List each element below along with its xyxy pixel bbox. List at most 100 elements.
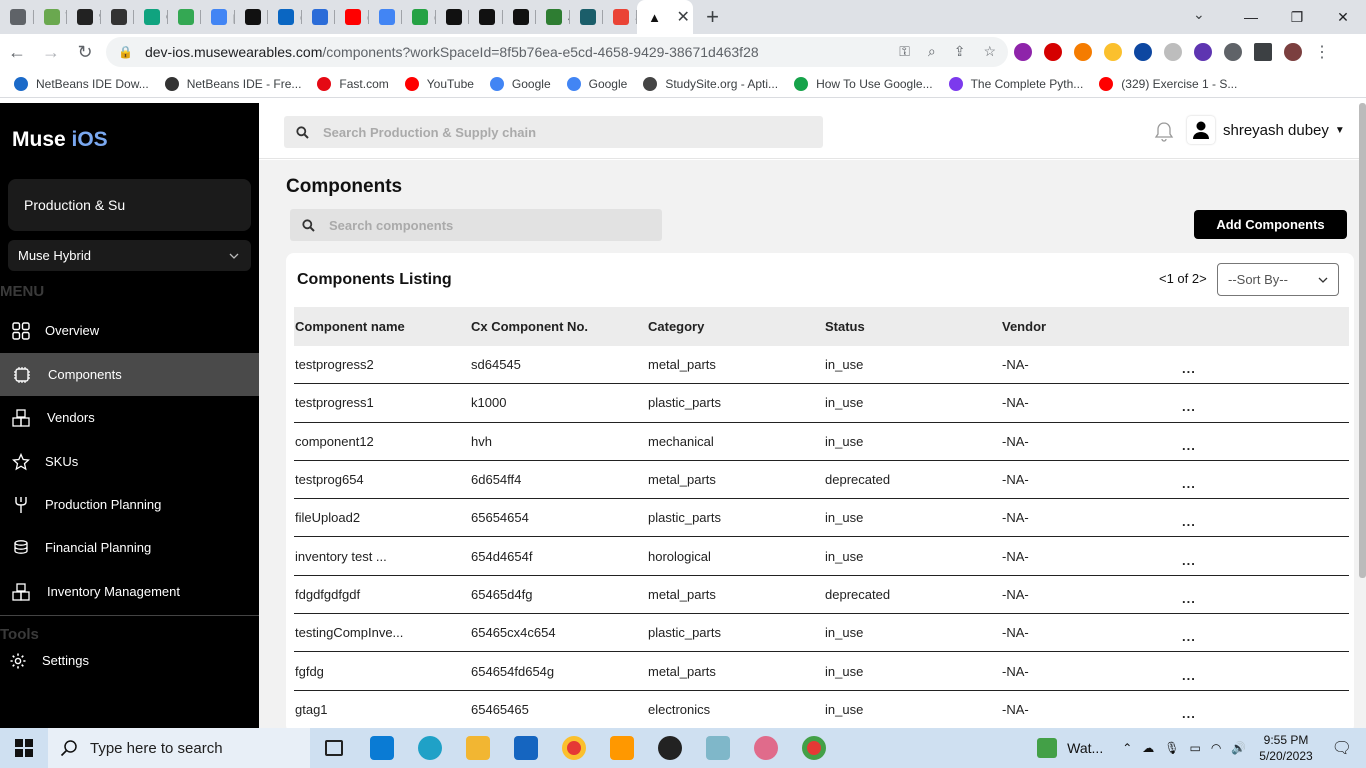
bell-icon[interactable] (1153, 120, 1175, 142)
reload-icon[interactable]: ↻ (68, 42, 102, 63)
browser-tab[interactable]: Fr (436, 0, 469, 34)
notifications-icon[interactable]: 🗨 (1332, 738, 1352, 758)
browser-tab[interactable]: In (302, 0, 335, 34)
bookmark-item[interactable]: Fast.com (317, 76, 389, 91)
volume-icon[interactable]: 🔊 (1231, 741, 1246, 755)
extension-icon[interactable] (1194, 43, 1212, 61)
row-actions-menu[interactable]: ... (1182, 399, 1232, 414)
row-actions-menu[interactable]: ... (1182, 629, 1232, 644)
add-components-button[interactable]: Add Components (1194, 210, 1347, 239)
sidebar-item-components[interactable]: Components (0, 353, 259, 396)
bookmark-item[interactable]: (329) Exercise 1 - S... (1099, 76, 1237, 91)
page-scrollbar[interactable] (1359, 103, 1366, 578)
close-window-button[interactable]: ✕ (1320, 0, 1366, 34)
column-header[interactable]: Status (825, 319, 1002, 334)
pagination[interactable]: <1 of 2> (1159, 271, 1207, 286)
close-tab-icon[interactable]: ✕ (677, 7, 690, 27)
sidebar-item-vendors[interactable]: Vendors (0, 396, 259, 439)
chevron-up-icon[interactable]: ⌃ (1122, 741, 1132, 755)
bookmark-item[interactable]: YouTube (404, 76, 474, 91)
forward-arrow-icon[interactable]: → (34, 42, 68, 63)
start-button[interactable] (0, 728, 48, 768)
onedrive-icon[interactable]: ☁ (1142, 741, 1154, 755)
browser-tab[interactable]: Int (101, 0, 134, 34)
zoom-icon[interactable]: ⌕ (928, 43, 936, 60)
taskbar-search[interactable]: Type here to search (48, 728, 310, 768)
file-explorer-icon[interactable] (454, 728, 502, 768)
app-icon[interactable] (694, 728, 742, 768)
wifi-icon[interactable]: ◠ (1211, 741, 1221, 755)
sublime-icon[interactable] (598, 728, 646, 768)
sidebar-item-production-planning[interactable]: Production Planning (0, 483, 259, 526)
sidebar-item-settings[interactable]: Settings (0, 639, 259, 682)
row-actions-menu[interactable]: ... (1182, 668, 1232, 683)
row-actions-menu[interactable]: ... (1182, 591, 1232, 606)
table-row[interactable]: testprogress2 sd64545 metal_parts in_use -NA… (294, 346, 1349, 385)
menu-dots-icon[interactable]: ⋮ (1314, 42, 1330, 62)
table-row[interactable]: testprog654 6d654ff4 metal_parts deprecated… (294, 461, 1349, 500)
table-row[interactable]: inventory test ... 654d4654f horological in… (294, 537, 1349, 576)
column-header[interactable]: Component name (294, 319, 471, 334)
address-bar[interactable]: 🔒 dev-ios.musewearables.com/components?w… (106, 37, 1008, 67)
browser-tab[interactable]: (1 (335, 0, 369, 34)
extension-icon[interactable] (1104, 43, 1122, 61)
row-actions-menu[interactable]: ... (1182, 361, 1232, 376)
task-view-icon[interactable] (310, 728, 358, 768)
puzzle-icon[interactable] (1224, 43, 1242, 61)
obs-icon[interactable] (646, 728, 694, 768)
browser-tab[interactable]: Jav (536, 0, 570, 34)
table-row[interactable]: fdgdfgdfgdf 65465d4fg metal_parts deprecate… (294, 576, 1349, 615)
extension-icon[interactable] (1074, 43, 1092, 61)
table-row[interactable]: fgfdg 654654fd654g metal_parts in_use -NA-..… (294, 652, 1349, 691)
vscode-icon[interactable] (358, 728, 406, 768)
sidebar-item-skus[interactable]: SKUs (0, 440, 259, 483)
tray-app-label[interactable]: Wat... (1067, 740, 1103, 756)
browser-tab[interactable]: htt (235, 0, 268, 34)
column-header[interactable]: Cx Component No. (471, 319, 648, 334)
clock[interactable]: 9:55 PM 5/20/2023 (1259, 732, 1312, 764)
table-row[interactable]: fileUpload2 65654654 plastic_parts in_use -N… (294, 499, 1349, 538)
browser-tab[interactable]: Gl (168, 0, 201, 34)
bookmark-item[interactable]: StudySite.org - Apti... (643, 76, 778, 91)
edge-icon[interactable] (406, 728, 454, 768)
bookmark-item[interactable]: NetBeans IDE - Fre... (164, 76, 301, 91)
browser-tab[interactable]: Ne (0, 0, 34, 34)
bookmark-item[interactable]: The Complete Pyth... (948, 76, 1083, 91)
key-icon[interactable]: ⚿ (899, 43, 910, 60)
table-row[interactable]: testprogress1 k1000 plastic_parts in_use -NA… (294, 384, 1349, 423)
tray-app-icon[interactable] (1037, 738, 1058, 758)
snipping-tool-icon[interactable] (742, 728, 790, 768)
browser-tab[interactable]: crc (369, 0, 402, 34)
extension-icon[interactable] (1044, 43, 1062, 61)
side-panel-icon[interactable] (1254, 43, 1272, 61)
browser-tab[interactable]: 93 (67, 0, 101, 34)
browser-tab[interactable]: Us (503, 0, 536, 34)
new-tab-button[interactable]: + (693, 4, 733, 30)
bookmark-item[interactable]: Google (566, 76, 627, 91)
browser-tab[interactable]: Se (603, 0, 637, 34)
bookmark-item[interactable]: Google (489, 76, 551, 91)
browser-tab[interactable]: (1 (268, 0, 302, 34)
bookmark-item[interactable]: How To Use Google... (794, 76, 933, 91)
row-actions-menu[interactable]: ... (1182, 438, 1232, 453)
tab-search-chevron-icon[interactable]: ⌄ (1193, 6, 1205, 23)
microphone-icon[interactable]: 🎙 (1164, 741, 1179, 755)
global-search-input[interactable] (323, 124, 783, 140)
sidebar-item-financial-planning[interactable]: Financial Planning (0, 526, 259, 569)
column-header[interactable]: Vendor (1002, 319, 1182, 334)
table-row[interactable]: gtag1 65465465 electronics in_use -NA-... (294, 691, 1349, 728)
mail-icon[interactable] (502, 728, 550, 768)
user-menu[interactable]: shreyash dubey ▼ (1187, 116, 1345, 144)
extension-icon[interactable] (1134, 43, 1152, 61)
row-actions-menu[interactable]: ... (1182, 553, 1232, 568)
browser-tab-active[interactable]: ▲ ✕ (636, 0, 693, 34)
sort-select[interactable]: --Sort By-- (1217, 263, 1339, 296)
workspace-box[interactable]: Production & Su (8, 179, 251, 231)
back-arrow-icon[interactable]: ← (0, 42, 34, 63)
browser-tab[interactable]: po (201, 0, 235, 34)
extension-icon[interactable] (1014, 43, 1032, 61)
row-actions-menu[interactable]: ... (1182, 476, 1232, 491)
profile-avatar[interactable] (1284, 43, 1302, 61)
table-row[interactable]: component12 hvh mechanical in_use -NA-... (294, 423, 1349, 461)
chrome-icon[interactable] (790, 728, 838, 768)
